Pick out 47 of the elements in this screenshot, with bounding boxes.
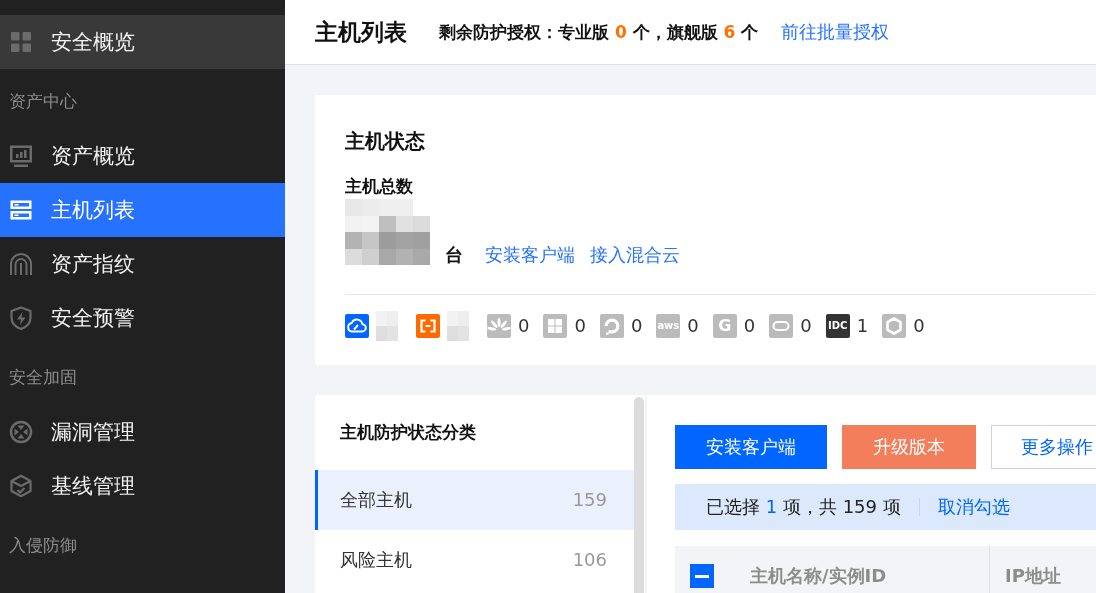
action-button[interactable]: 升级版本 xyxy=(842,425,976,469)
host-count: 0 xyxy=(743,317,756,335)
sidebar-item[interactable]: 资产指纹 xyxy=(0,237,285,291)
sidebar-item[interactable]: 基线管理 xyxy=(0,459,285,513)
sidebar-item[interactable]: 主机列表 xyxy=(0,183,285,237)
host-count: 0 xyxy=(518,317,530,335)
arch-icon xyxy=(9,252,33,276)
host-count: 0 xyxy=(574,317,586,335)
unit-text: 台 xyxy=(445,246,463,264)
category-item[interactable]: 全部主机 159 xyxy=(315,470,634,530)
logo-badge: IDC xyxy=(825,314,850,338)
selection-text: 已选择 1 项，共 159 项 xyxy=(706,498,901,516)
scrollbar-thumb[interactable] xyxy=(634,397,644,593)
sidebar-group-title: 安全加固 xyxy=(8,366,78,389)
host-count: 0 xyxy=(687,317,699,335)
card-title: 主机状态 xyxy=(345,131,426,151)
sidebar-item[interactable]: 资产概览 xyxy=(0,129,285,183)
link[interactable]: 安装客户端 xyxy=(485,246,575,264)
logo-badge: G xyxy=(712,314,737,338)
sidebar-item[interactable]: 安全预警 xyxy=(0,291,285,345)
host-count: 1 xyxy=(856,317,869,335)
select-all-checkbox[interactable] xyxy=(690,564,714,588)
crosshair-icon xyxy=(9,420,33,444)
grid-icon xyxy=(9,30,33,54)
clear-selection-link[interactable]: 取消勾选 xyxy=(937,498,1010,516)
server-list-icon xyxy=(9,198,33,222)
total-label: 主机总数 xyxy=(345,178,414,195)
panel-title: 主机防护状态分类 xyxy=(339,421,477,444)
sidebar-item[interactable]: 安全概览 xyxy=(0,15,285,69)
column-header[interactable]: IP地址 xyxy=(1005,567,1061,585)
action-button[interactable]: 安装客户端 xyxy=(675,425,827,469)
batch-license-link[interactable]: 前往批量授权 xyxy=(781,23,890,41)
sidebar-group-title: 入侵防御 xyxy=(8,534,78,557)
host-count: 0 xyxy=(630,317,643,335)
logo-badge: aws xyxy=(656,314,681,338)
host-count: 0 xyxy=(913,317,925,335)
shield-bolt-icon xyxy=(9,306,33,330)
sidebar-item[interactable]: 漏洞管理 xyxy=(0,405,285,459)
host-count: 0 xyxy=(800,317,812,335)
link[interactable]: 接入混合云 xyxy=(590,246,680,264)
monitor-icon xyxy=(9,144,33,168)
cube-check-icon xyxy=(9,474,33,498)
page-title: 主机列表 xyxy=(315,20,407,44)
sidebar-group-title: 资产中心 xyxy=(8,90,78,113)
column-header[interactable]: 主机名称/实例ID xyxy=(750,567,887,585)
action-button[interactable]: 更多操作 xyxy=(991,425,1096,469)
license-quota-text: 剩余防护授权：专业版 0 个，旗舰版 6 个 xyxy=(439,23,759,41)
